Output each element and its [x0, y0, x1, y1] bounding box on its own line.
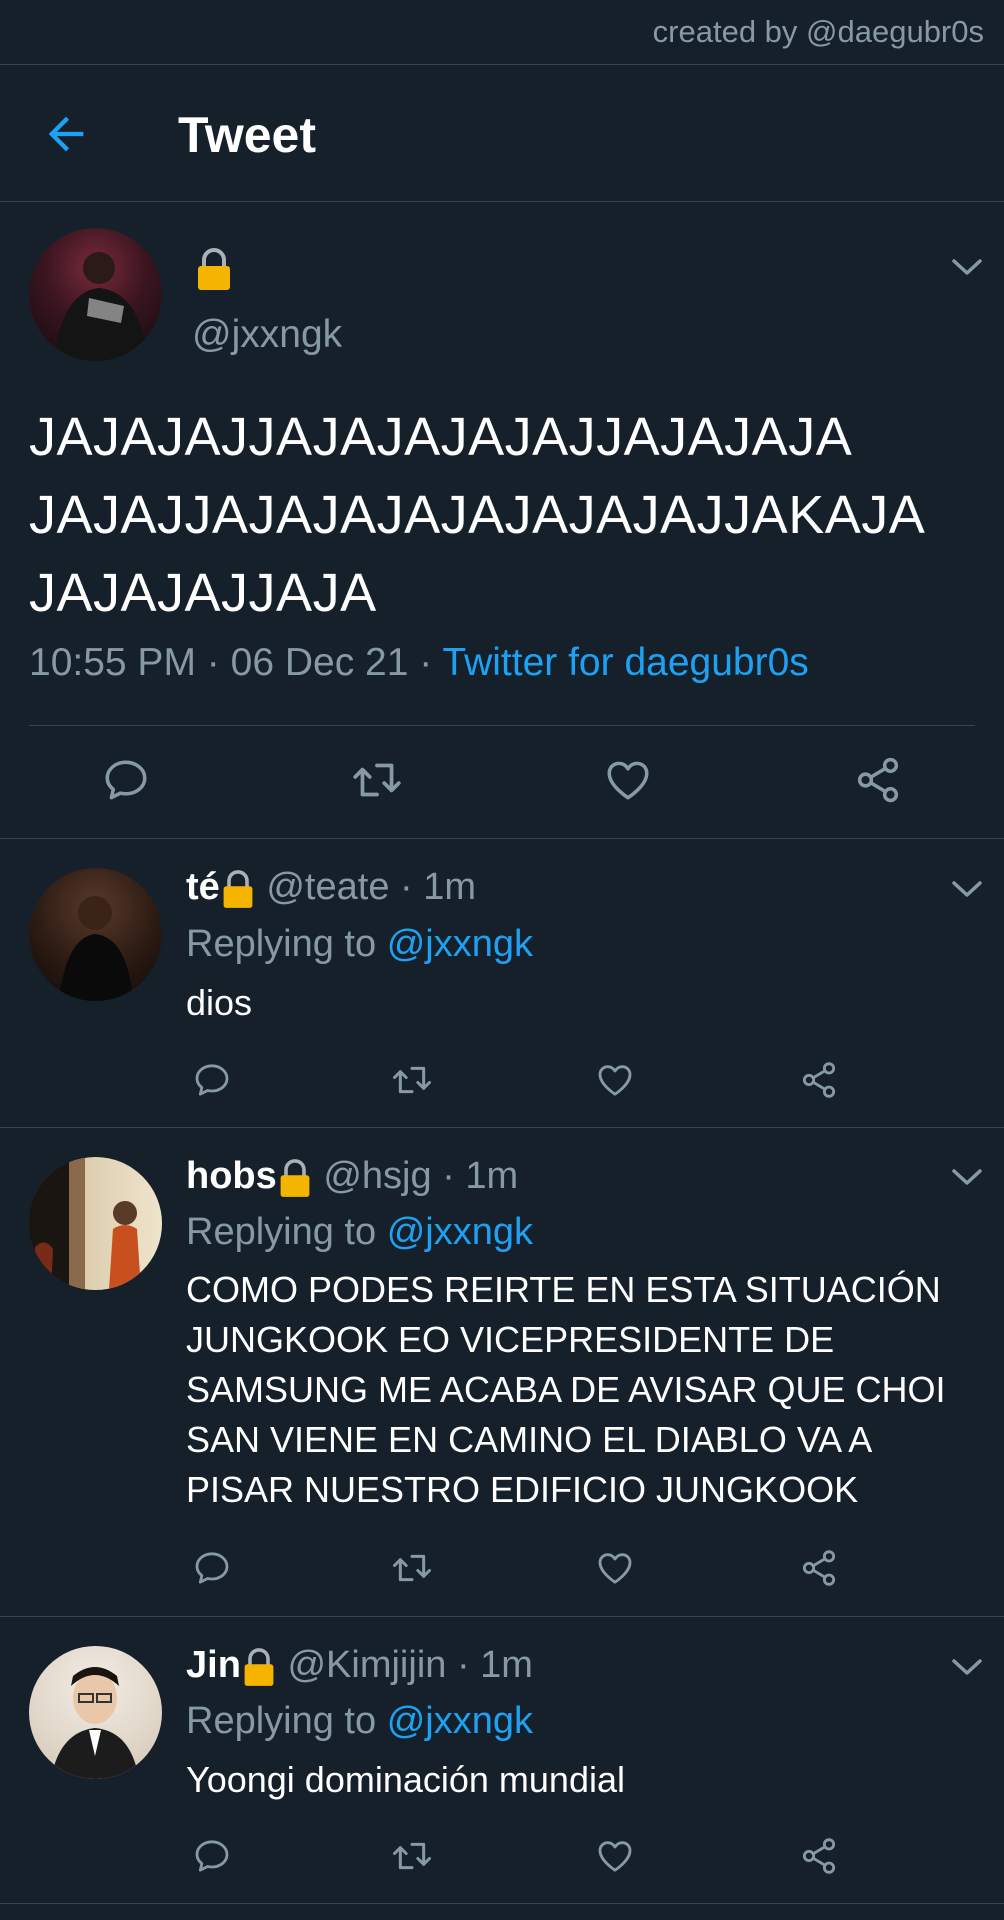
chevron-down-icon[interactable]: [950, 1656, 984, 1678]
reply-handle[interactable]: @teate: [266, 866, 389, 908]
retweet-icon[interactable]: [350, 755, 404, 805]
reply-icon[interactable]: [192, 1836, 232, 1876]
meta-divider: [29, 725, 975, 726]
retweet-icon[interactable]: [390, 1836, 434, 1876]
reply-divider: [0, 1616, 1004, 1617]
reply-text: COMO PODES REIRTE EN ESTA SITUACIÓN JUNG…: [186, 1269, 946, 1510]
like-icon[interactable]: [595, 1836, 635, 1876]
watermark: created by @daegubr0s: [652, 14, 984, 49]
retweet-icon[interactable]: [390, 1548, 434, 1588]
chevron-down-icon[interactable]: [950, 256, 984, 278]
reply-time: 1m: [423, 866, 477, 908]
main-tweet-divider: [0, 838, 1004, 839]
chevron-down-icon[interactable]: [950, 1166, 984, 1188]
share-icon[interactable]: [799, 1836, 839, 1876]
chevron-down-icon[interactable]: [950, 878, 984, 900]
tweet-time: 10:55 PM: [29, 641, 196, 684]
reply-handle[interactable]: @hsjg: [323, 1155, 431, 1197]
avatar[interactable]: [29, 1157, 162, 1290]
tweet-handle[interactable]: @jxxngk: [192, 313, 342, 357]
replying-to: Replying to @jxxngk: [186, 923, 533, 965]
share-icon[interactable]: [799, 1060, 839, 1100]
arrow-left-icon[interactable]: [40, 108, 92, 160]
replying-to: Replying to @jxxngk: [186, 1211, 533, 1253]
lock-icon: [280, 1159, 310, 1197]
lock-icon: [198, 248, 230, 290]
reply-name[interactable]: té: [186, 866, 220, 908]
page-title: Tweet: [178, 107, 316, 163]
lock-icon: [244, 1648, 274, 1686]
reply-header: hobs @hsjg · 1m: [186, 1155, 519, 1197]
reply-text: dios: [186, 982, 253, 1023]
top-divider: [0, 64, 1004, 65]
reply-time: 1m: [480, 1644, 533, 1686]
reply-text: Yoongi dominación mundial: [186, 1759, 625, 1800]
reply-icon[interactable]: [192, 1060, 232, 1100]
replying-to: Replying to @jxxngk: [186, 1700, 533, 1742]
avatar[interactable]: [29, 1646, 162, 1779]
reply-divider: [0, 1127, 1004, 1128]
reply-header: Jin @Kimjijin · 1m: [186, 1644, 533, 1686]
reply-time: 1m: [465, 1155, 519, 1197]
share-icon[interactable]: [853, 755, 903, 805]
replying-handle-link[interactable]: @jxxngk: [387, 1700, 533, 1742]
avatar[interactable]: [29, 868, 162, 1001]
like-icon[interactable]: [603, 755, 653, 805]
tweet-meta: 10:55 PM · 06 Dec 21 · Twitter for daegu…: [29, 641, 809, 684]
reply-icon[interactable]: [101, 755, 151, 805]
reply-divider: [0, 1903, 1004, 1904]
reply-name[interactable]: Jin: [186, 1644, 241, 1686]
tweet-source[interactable]: Twitter for daegubr0s: [442, 641, 808, 684]
tweet-date: 06 Dec 21: [230, 641, 409, 684]
reply-handle[interactable]: @Kimjijin: [287, 1644, 446, 1686]
replying-handle-link[interactable]: @jxxngk: [387, 1211, 533, 1253]
reply-header: té @teate · 1m: [186, 866, 477, 908]
replying-handle-link[interactable]: @jxxngk: [387, 923, 533, 965]
reply-name[interactable]: hobs: [186, 1155, 277, 1197]
tweet-text: JAJAJAJJAJAJAJAJAJJAJAJAJA JAJAJJAJAJAJA…: [29, 407, 926, 623]
retweet-icon[interactable]: [390, 1060, 434, 1100]
lock-icon: [223, 870, 253, 908]
reply-icon[interactable]: [192, 1548, 232, 1588]
header-divider: [0, 201, 1004, 202]
share-icon[interactable]: [799, 1548, 839, 1588]
avatar[interactable]: [29, 228, 162, 361]
like-icon[interactable]: [595, 1548, 635, 1588]
like-icon[interactable]: [595, 1060, 635, 1100]
